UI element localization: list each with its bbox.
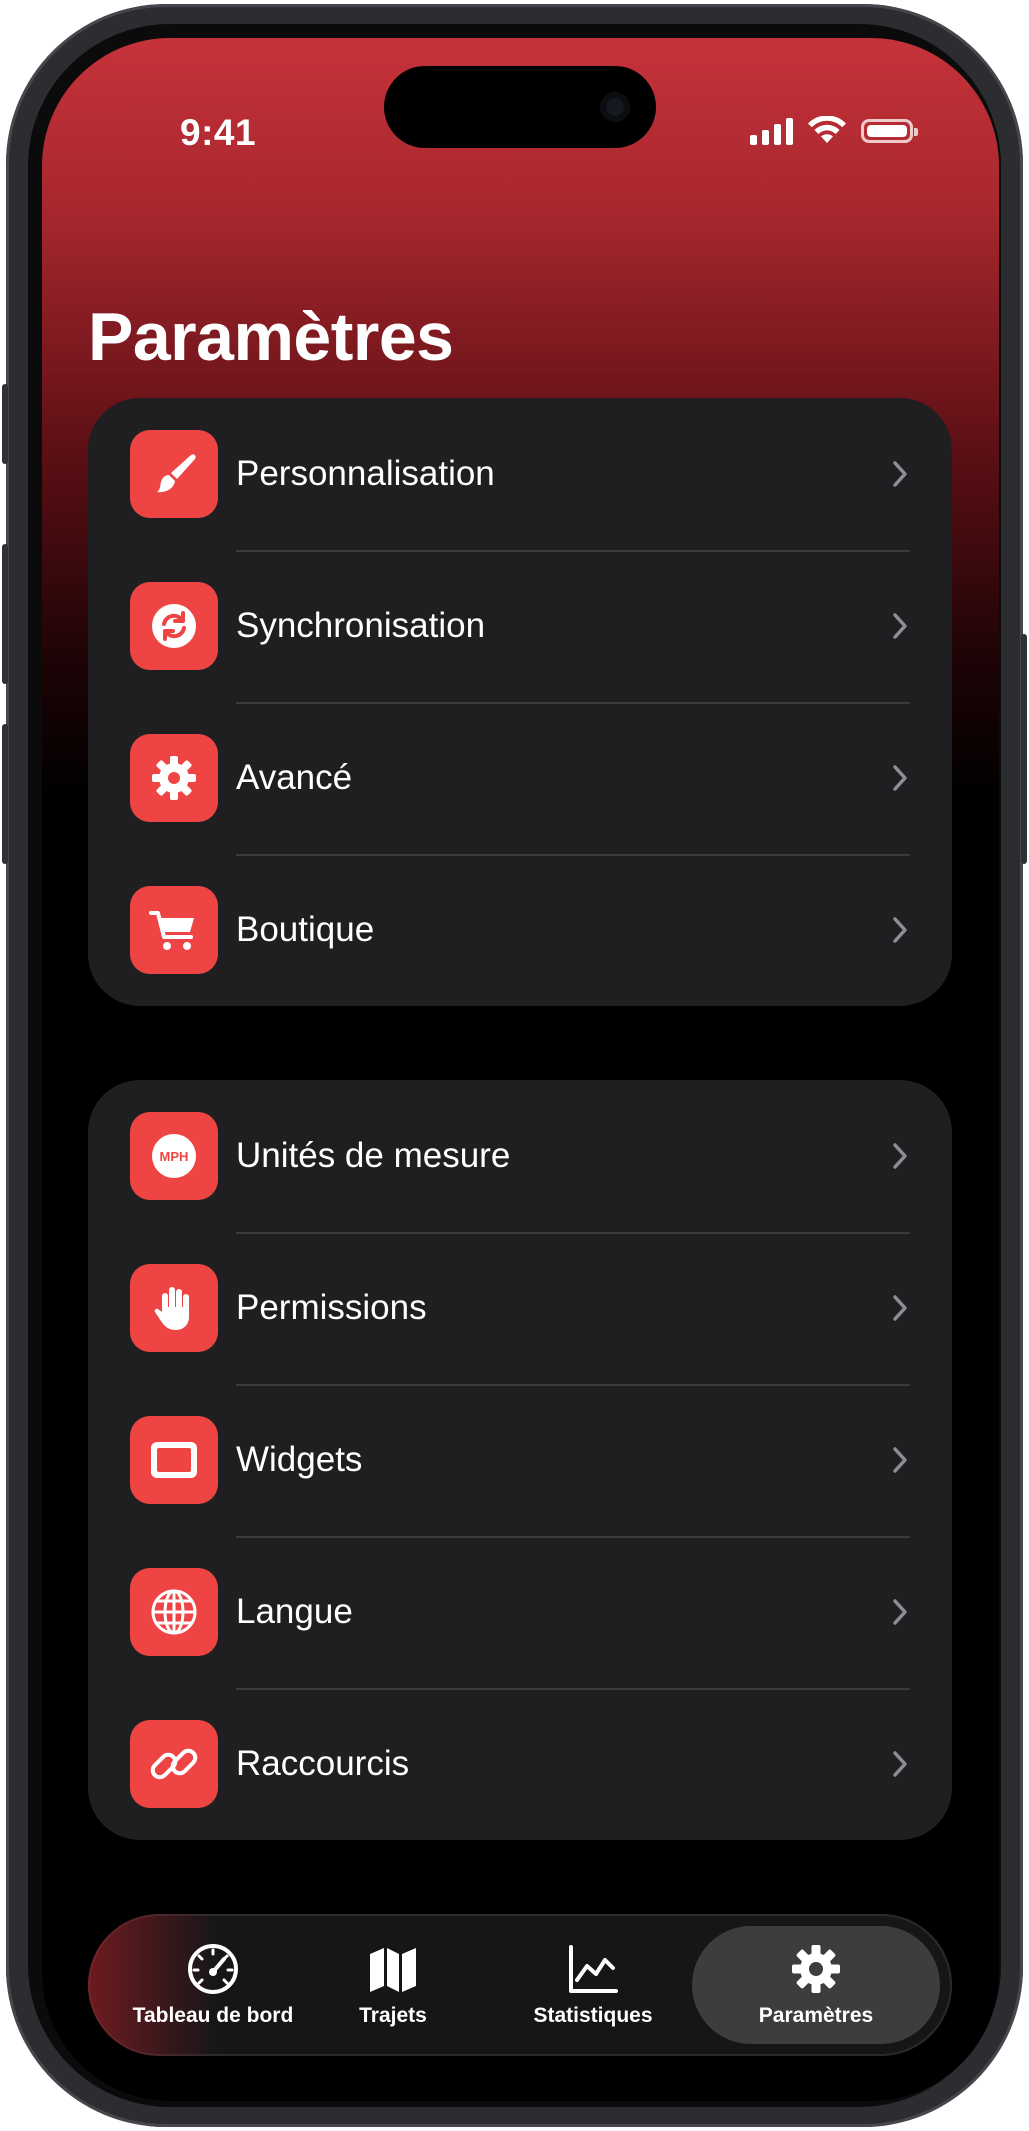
settings-group-general: Personnalisation Synchronisation Avancé <box>88 398 952 1006</box>
settings-row-label: Personnalisation <box>236 454 495 493</box>
settings-row-unites[interactable]: MPH Unités de mesure <box>88 1080 952 1232</box>
mph-icon: MPH <box>130 1112 218 1200</box>
tab-bar: Tableau de bord Trajets Statistiques Par… <box>88 1914 952 2056</box>
settings-row-label: Unités de mesure <box>236 1136 511 1175</box>
chevron-right-icon <box>893 461 907 487</box>
volume-up-button <box>2 544 8 684</box>
settings-row-widgets[interactable]: Widgets <box>88 1384 952 1536</box>
action-button <box>2 384 8 464</box>
settings-row-label: Avancé <box>236 758 353 797</box>
chevron-right-icon <box>893 1295 907 1321</box>
phone-frame: 9:41 Paramètres Personnalisation Synchro… <box>2 4 1027 2127</box>
hand-icon <box>130 1264 218 1352</box>
speedometer-icon <box>188 1944 238 1994</box>
settings-row-permissions[interactable]: Permissions <box>88 1232 952 1384</box>
settings-row-synchronisation[interactable]: Synchronisation <box>88 550 952 702</box>
tab-label: Tableau de bord <box>132 2004 294 2027</box>
settings-row-personnalisation[interactable]: Personnalisation <box>88 398 952 550</box>
chevron-right-icon <box>893 1599 907 1625</box>
settings-row-avance[interactable]: Avancé <box>88 702 952 854</box>
cart-icon <box>130 886 218 974</box>
chevron-right-icon <box>893 765 907 791</box>
battery-icon <box>861 119 918 143</box>
tab-trajets[interactable]: Trajets <box>318 1926 468 2044</box>
page-title: Paramètres <box>88 299 454 375</box>
gear-icon <box>130 734 218 822</box>
dynamic-island <box>384 66 656 148</box>
tab-statistiques[interactable]: Statistiques <box>498 1926 688 2044</box>
settings-row-langue[interactable]: Langue <box>88 1536 952 1688</box>
widget-icon <box>130 1416 218 1504</box>
tab-parametres[interactable]: Paramètres <box>692 1926 940 2044</box>
tab-label: Paramètres <box>758 2004 874 2027</box>
chevron-right-icon <box>893 1751 907 1777</box>
paintbrush-icon <box>130 430 218 518</box>
screen: 9:41 Paramètres Personnalisation Synchro… <box>42 38 999 2101</box>
settings-row-label: Permissions <box>236 1288 427 1327</box>
chevron-right-icon <box>893 917 907 943</box>
tab-tableau-de-bord[interactable]: Tableau de bord <box>118 1926 308 2044</box>
settings-group-preferences: MPH Unités de mesure Permissions Widgets <box>88 1080 952 1840</box>
chevron-right-icon <box>893 613 907 639</box>
settings-row-raccourcis[interactable]: Raccourcis <box>88 1688 952 1840</box>
gear-icon <box>792 1945 840 1993</box>
status-time: 9:41 <box>180 112 257 153</box>
signal-icon <box>750 117 793 145</box>
chevron-right-icon <box>893 1143 907 1169</box>
map-icon <box>370 1948 416 1992</box>
power-button <box>1021 634 1027 864</box>
chart-icon <box>569 1945 618 1993</box>
status-icons <box>750 116 918 146</box>
tab-label: Trajets <box>359 2004 427 2027</box>
volume-down-button <box>2 724 8 864</box>
settings-row-label: Synchronisation <box>236 606 486 645</box>
wifi-icon <box>808 116 846 143</box>
globe-icon <box>130 1568 218 1656</box>
mph-badge-text: MPH <box>160 1149 189 1164</box>
settings-row-label: Widgets <box>236 1440 363 1479</box>
camera-icon <box>600 92 630 122</box>
tab-label: Statistiques <box>533 2004 653 2027</box>
sync-icon <box>130 582 218 670</box>
settings-row-label: Boutique <box>236 910 375 949</box>
link-icon <box>130 1720 218 1808</box>
chevron-right-icon <box>893 1447 907 1473</box>
settings-row-label: Langue <box>236 1592 353 1631</box>
settings-row-boutique[interactable]: Boutique <box>88 854 952 1006</box>
settings-row-label: Raccourcis <box>236 1744 410 1783</box>
